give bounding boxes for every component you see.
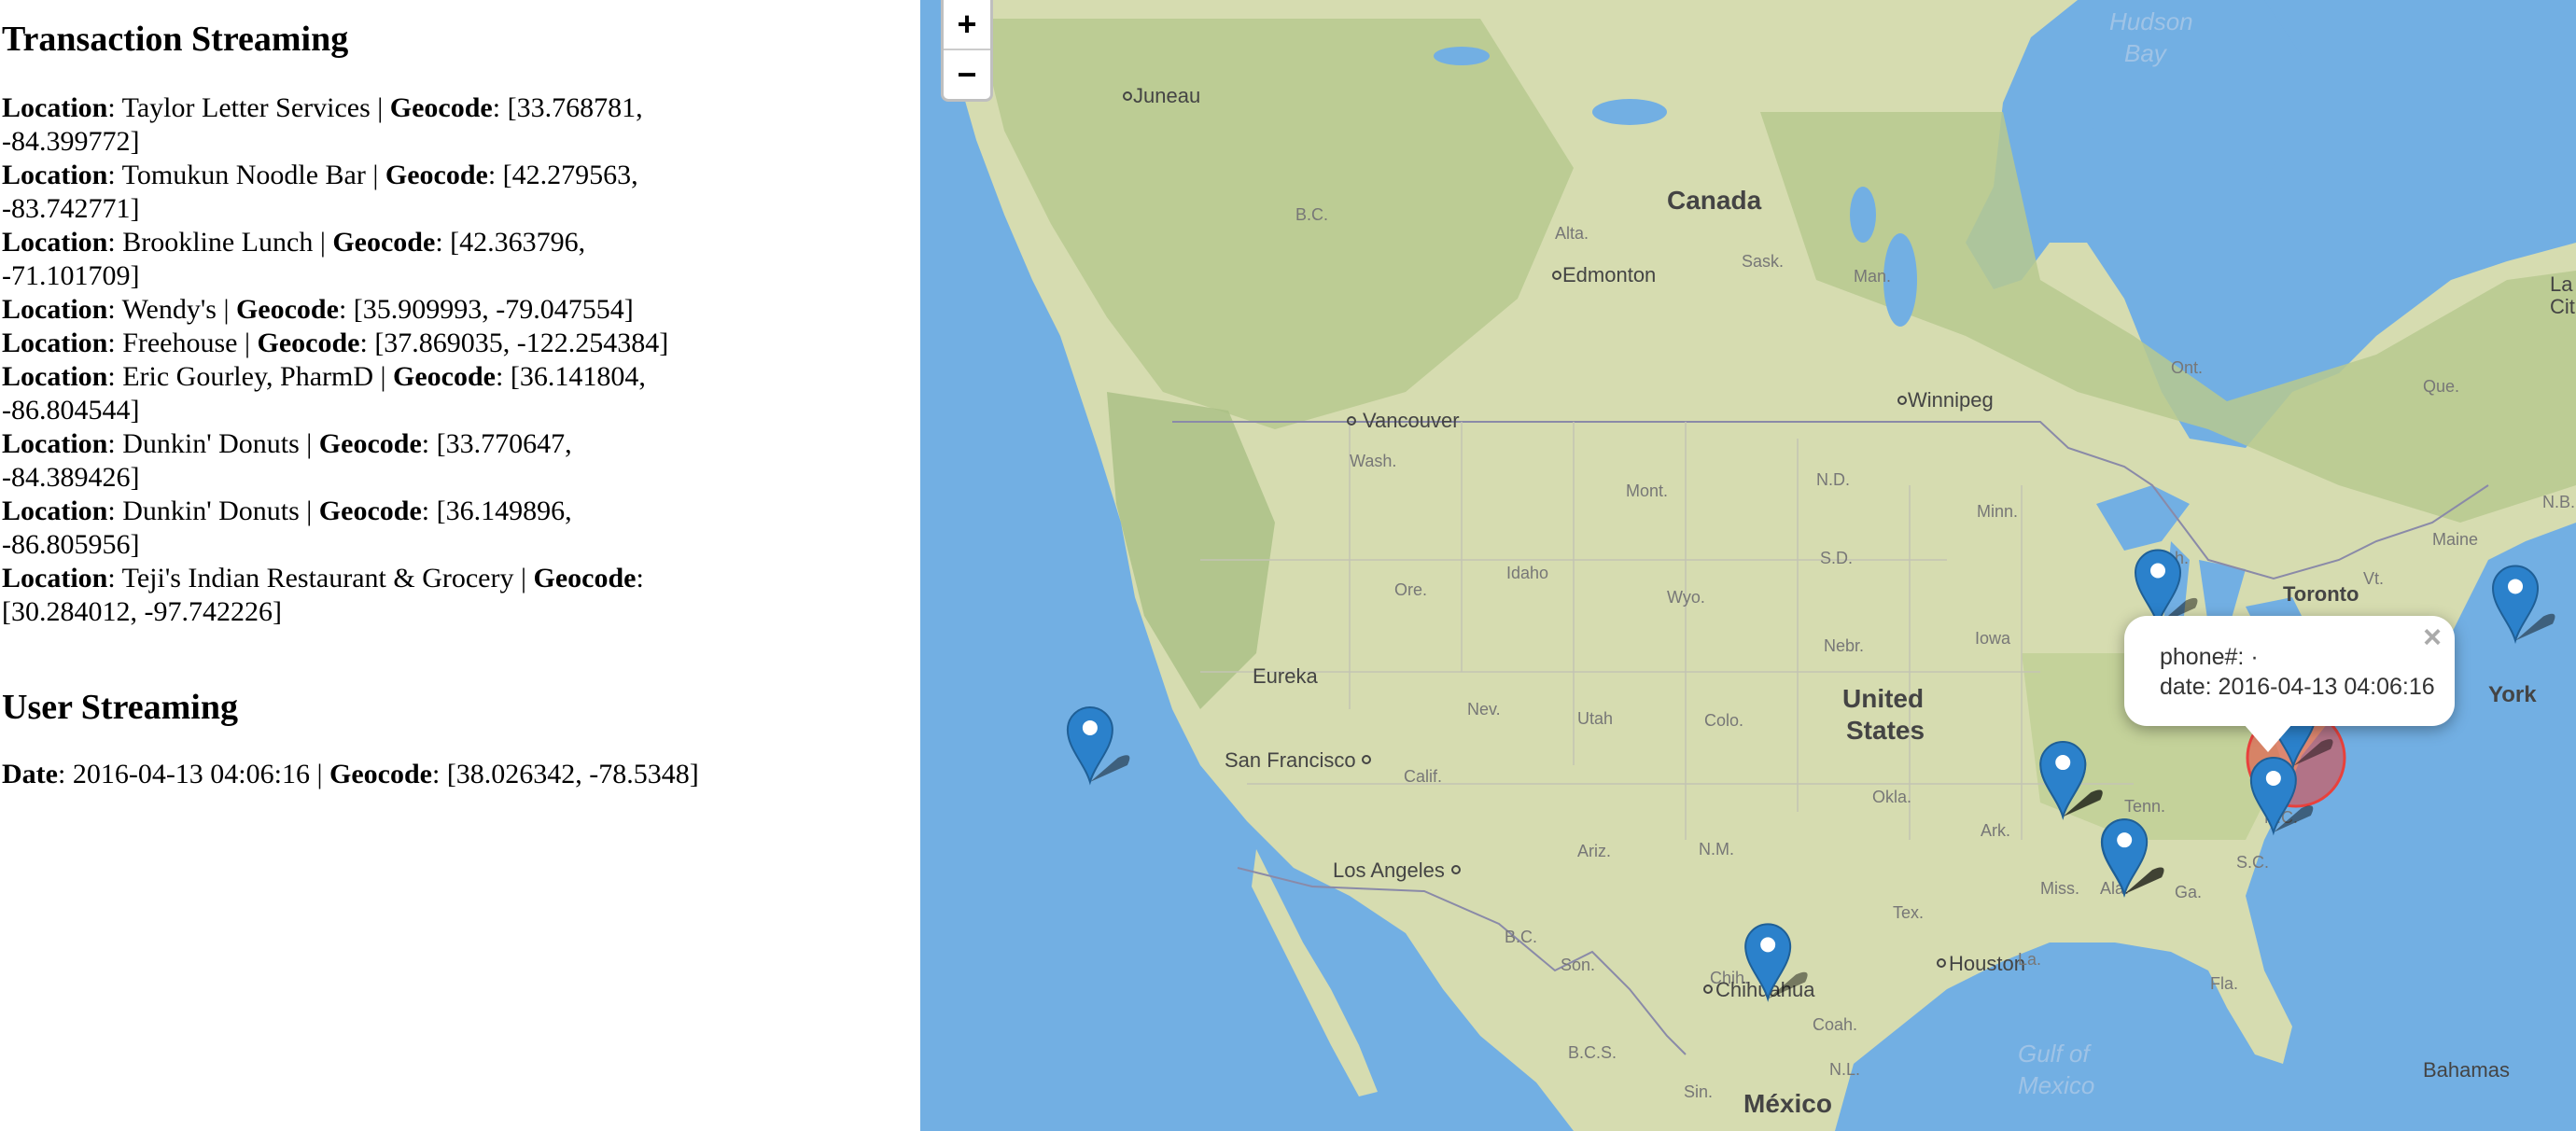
map-marker-icon[interactable] (2101, 818, 2164, 898)
transaction-entry: Location: Taylor Letter Services | Geoco… (2, 92, 643, 157)
popup-close-icon[interactable]: × (2423, 620, 2442, 656)
map-marker-icon[interactable] (2492, 565, 2555, 644)
transaction-list[interactable]: Location: Taylor Letter Services | Geoco… (2, 91, 711, 649)
transaction-entry: Location: Teji's Indian Restaurant & Gro… (2, 563, 644, 627)
map-marker-icon[interactable] (1744, 923, 1808, 1002)
transaction-entry: Location: Dunkin' Donuts | Geocode: [36.… (2, 496, 572, 560)
transaction-entry: Location: Dunkin' Donuts | Geocode: [33.… (2, 428, 572, 493)
user-streaming-heading: User Streaming (2, 688, 238, 727)
map-marker-icon[interactable] (2039, 741, 2103, 820)
popup-tip (2244, 724, 2292, 752)
map-popup: phone#: · date: 2016-04-13 04:06:16 × (2124, 616, 2455, 726)
transaction-entry: Location: Tomukun Noodle Bar | Geocode: … (2, 160, 638, 224)
transaction-entry: Location: Freehouse | Geocode: [37.86903… (2, 328, 669, 358)
user-entry: Date: 2016-04-13 04:06:16 | Geocode: [38… (2, 759, 699, 789)
transaction-entry: Location: Brookline Lunch | Geocode: [42… (2, 227, 586, 291)
transaction-streaming-heading: Transaction Streaming (2, 20, 349, 59)
user-list: Date: 2016-04-13 04:06:16 | Geocode: [38… (2, 758, 711, 791)
popup-phone: phone#: · (2160, 644, 2259, 670)
transaction-entry: Location: Eric Gourley, PharmD | Geocode… (2, 361, 646, 426)
map-marker-icon[interactable] (1066, 706, 1130, 786)
map-marker-icon[interactable] (2249, 757, 2314, 836)
popup-date: date: 2016-04-13 04:06:16 (2160, 674, 2435, 700)
transaction-entry: Location: Wendy's | Geocode: [35.909993,… (2, 294, 634, 325)
transaction-markers[interactable] (920, 0, 2576, 1131)
map[interactable]: + − Hudson Bay Juneau Canada B.C. Alta. … (920, 0, 2576, 1131)
map-marker-icon[interactable] (2135, 549, 2198, 628)
left-panel: Transaction Streaming Location: Taylor L… (0, 0, 920, 1131)
